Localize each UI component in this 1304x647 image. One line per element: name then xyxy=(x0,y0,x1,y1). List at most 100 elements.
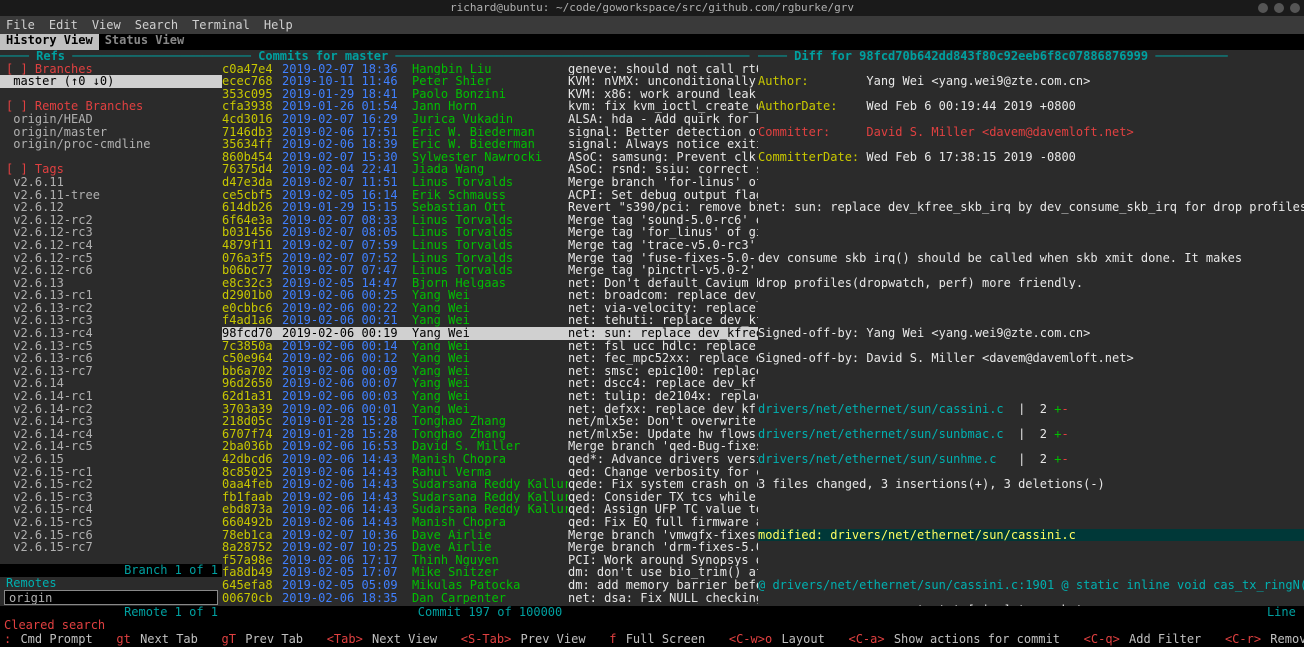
commit-row[interactable]: 62d1a312019-02-06 00:03 Yang Weinet: tul… xyxy=(222,390,758,403)
diff-footer: Line 1 of 54 xyxy=(758,606,1304,619)
menu-search[interactable]: Search xyxy=(135,19,178,32)
refs-tag-24[interactable]: v2.6.15-rc2 xyxy=(0,478,222,491)
menu-edit[interactable]: Edit xyxy=(49,19,78,32)
commit-row[interactable]: 2ba036b2019-02-06 16:53 David S. MillerM… xyxy=(222,440,758,453)
commit-row[interactable]: 645efa82019-02-05 05:09 Mikulas Patockad… xyxy=(222,579,758,592)
refs-remote-footer: Remote 1 of 1 xyxy=(0,606,222,619)
commit-row[interactable]: f57a98e2019-02-06 17:17 Thinh NguyenPCI:… xyxy=(222,554,758,567)
commit-row[interactable]: fb1faab2019-02-06 14:43 Sudarsana Reddy … xyxy=(222,491,758,504)
commit-row[interactable]: b0314562019-02-07 08:05 Linus TorvaldsMe… xyxy=(222,226,758,239)
diff-soff1: Signed-off-by: Yang Wei <yang.wei9@zte.c… xyxy=(758,327,1304,340)
commit-row[interactable]: cfa39382019-01-26 01:54 Jann Hornkvm: fi… xyxy=(222,100,758,113)
refs-tag-17[interactable]: v2.6.14-rc1 xyxy=(0,390,222,403)
tab-history-view[interactable]: History View xyxy=(0,34,99,50)
commit-row[interactable]: c50e9642019-02-06 00:12 Yang Weinet: fec… xyxy=(222,352,758,365)
commit-row[interactable]: 98fcd702019-02-06 00:19 Yang Weinet: sun… xyxy=(222,327,758,340)
diff-filestat2: drivers/net/ethernet/sun/sunbmac.c | 2 +… xyxy=(758,428,1304,441)
minimize-icon[interactable] xyxy=(1258,3,1268,13)
commit-row[interactable]: 4cd30162019-02-07 16:29 Jurica VukadinAL… xyxy=(222,113,758,126)
refs-pane: ──── Refs ──────────────────────── [ ] B… xyxy=(0,50,222,619)
refs-remote-0[interactable]: origin/HEAD xyxy=(0,113,222,126)
commit-row[interactable]: f4ad1a62019-02-06 00:21 Yang Weinet: teh… xyxy=(222,314,758,327)
diff-author: Author: Yang Wei <yang.wei9@zte.com.cn> xyxy=(758,75,1304,88)
commit-row[interactable]: 7146db32019-02-06 17:51 Eric W. Biederma… xyxy=(222,126,758,139)
window-controls xyxy=(1258,3,1300,13)
refs-remote-2[interactable]: origin/proc-cmdline xyxy=(0,138,222,151)
commit-row[interactable]: 8c850252019-02-06 14:43 Rahul Vermaqed: … xyxy=(222,466,758,479)
commit-row[interactable]: d2901b02019-02-06 00:25 Yang Weinet: bro… xyxy=(222,289,758,302)
commit-row[interactable]: ce5cbf52019-02-05 16:14 Erik SchmaussACP… xyxy=(222,189,758,202)
commit-row[interactable]: 076a3f52019-02-07 07:52 Linus TorvaldsMe… xyxy=(222,252,758,265)
commit-row[interactable]: 6707f742019-01-28 15:28 Tonghao Zhangnet… xyxy=(222,428,758,441)
refs-branch-footer: Branch 1 of 1 xyxy=(0,564,222,577)
commit-row[interactable]: 96d26502019-02-06 00:07 Yang Weinet: dsc… xyxy=(222,377,758,390)
refs-tag-19[interactable]: v2.6.14-rc3 xyxy=(0,415,222,428)
commit-row[interactable]: 42dbcd62019-02-06 14:43 Manish Chopraqed… xyxy=(222,453,758,466)
menu-bar: File Edit View Search Terminal Help xyxy=(0,16,1304,34)
maximize-icon[interactable] xyxy=(1274,3,1284,13)
commits-title: ──── Commits for master ────────────────… xyxy=(222,50,758,63)
diff-mod1: modified: drivers/net/ethernet/sun/cassi… xyxy=(758,529,1304,542)
refs-tag-9[interactable]: v2.6.13-rc1 xyxy=(0,289,222,302)
diff-msg3: drop profiles(dropwatch, perf) more frie… xyxy=(758,277,1304,290)
commit-row[interactable]: 3703a392019-02-06 00:01 Yang Weinet: def… xyxy=(222,403,758,416)
commit-row[interactable]: 218d05c2019-01-28 15:28 Tonghao Zhangnet… xyxy=(222,415,758,428)
commit-row[interactable]: b06bc772019-02-07 07:47 Linus TorvaldsMe… xyxy=(222,264,758,277)
menu-view[interactable]: View xyxy=(92,19,121,32)
commit-row[interactable]: e8c32c32019-02-05 14:47 Bjorn Helgaasnet… xyxy=(222,277,758,290)
commit-row[interactable]: bb6a7022019-02-06 00:09 Yang Weinet: sms… xyxy=(222,365,758,378)
commit-row[interactable]: 7c3850a2019-02-06 00:14 Yang Weinet: fsl… xyxy=(222,340,758,353)
commit-row[interactable]: fa8db492019-02-05 17:07 Mike Snitzerdm: … xyxy=(222,566,758,579)
commit-row[interactable]: c0a47e42019-02-07 18:36 Hangbin Liugenev… xyxy=(222,63,758,76)
tab-bar: History View Status View xyxy=(0,34,1304,50)
commit-row[interactable]: 660492b2019-02-06 14:43 Manish Chopraqed… xyxy=(222,516,758,529)
diff-authordate: AuthorDate: Wed Feb 6 00:19:44 2019 +080… xyxy=(758,100,1304,113)
remotes-input[interactable] xyxy=(4,590,218,605)
refs-tag-2[interactable]: v2.6.12 xyxy=(0,201,222,214)
commit-row[interactable]: 353c0952019-01-29 18:41 Paolo BonziniKVM… xyxy=(222,88,758,101)
status-cleared-search: Cleared search xyxy=(0,619,1304,633)
commit-row[interactable]: ebd873a2019-02-06 14:43 Sudarsana Reddy … xyxy=(222,503,758,516)
window-titlebar: richard@ubuntu: ~/code/goworkspace/src/g… xyxy=(0,0,1304,16)
menu-terminal[interactable]: Terminal xyxy=(192,19,250,32)
menu-file[interactable]: File xyxy=(6,19,35,32)
diff-committer: Committer: David S. Miller <davem@daveml… xyxy=(758,126,1304,139)
menu-help[interactable]: Help xyxy=(264,19,293,32)
commit-row[interactable]: 00670cb2019-02-06 18:35 Dan Carpenternet… xyxy=(222,592,758,605)
commits-footer: Commit 197 of 100000 xyxy=(222,606,758,619)
help-bar: : Cmd Prompt gt Next Tab gT Prev Tab <Ta… xyxy=(0,633,1304,647)
diff-commitdate: CommitterDate: Wed Feb 6 17:38:15 2019 -… xyxy=(758,151,1304,164)
refs-tag-5[interactable]: v2.6.12-rc4 xyxy=(0,239,222,252)
window-title: richard@ubuntu: ~/code/goworkspace/src/g… xyxy=(450,2,854,14)
refs-tag-22[interactable]: v2.6.15 xyxy=(0,453,222,466)
commit-row[interactable]: 860b4542019-02-07 15:30 Sylwester Nawroc… xyxy=(222,151,758,164)
refs-tag-14[interactable]: v2.6.13-rc6 xyxy=(0,352,222,365)
refs-tag-7[interactable]: v2.6.12-rc6 xyxy=(0,264,222,277)
diff-filestat1: drivers/net/ethernet/sun/cassini.c | 2 +… xyxy=(758,403,1304,416)
diff-pane: ──── Diff for 98fcd70b642dd843f80c92eeb6… xyxy=(758,50,1304,619)
commit-row[interactable]: 78eb1ca2019-02-07 10:36 Dave AirlieMerge… xyxy=(222,529,758,542)
diff-soff2: Signed-off-by: David S. Miller <davem@da… xyxy=(758,352,1304,365)
remotes-header: Remotes xyxy=(0,577,222,590)
commit-row[interactable]: 76375d42019-02-04 22:41 Jiada WangASoC: … xyxy=(222,163,758,176)
commits-pane: ──── Commits for master ────────────────… xyxy=(222,50,758,619)
refs-tag-29[interactable]: v2.6.15-rc7 xyxy=(0,541,222,554)
commit-row[interactable]: d47e3da2019-02-07 11:51 Linus TorvaldsMe… xyxy=(222,176,758,189)
commit-row[interactable]: 35634ff2019-02-06 18:39 Eric W. Biederma… xyxy=(222,138,758,151)
commit-row[interactable]: 614db262019-01-29 15:15 Sebastian OttRev… xyxy=(222,201,758,214)
commit-row[interactable]: e0cbbc62019-02-06 00:22 Yang Weinet: via… xyxy=(222,302,758,315)
commit-row[interactable]: 8a287522019-02-07 10:25 Dave AirlieMerge… xyxy=(222,541,758,554)
commit-row[interactable]: 6f64e3a2019-02-07 08:33 Linus TorvaldsMe… xyxy=(222,214,758,227)
refs-tag-0[interactable]: v2.6.11 xyxy=(0,176,222,189)
refs-branch-master[interactable]: master (↑0 ↓0) xyxy=(0,75,222,88)
refs-tag-27[interactable]: v2.6.15-rc5 xyxy=(0,516,222,529)
close-icon[interactable] xyxy=(1290,3,1300,13)
commit-row[interactable]: ecec7682019-10-11 11:46 Peter ShierKVM: … xyxy=(222,75,758,88)
refs-tag-12[interactable]: v2.6.13-rc4 xyxy=(0,327,222,340)
tab-status-view[interactable]: Status View xyxy=(99,34,190,50)
diff-title: ──── Diff for 98fcd70b642dd843f80c92eeb6… xyxy=(758,50,1304,63)
diff-msg2: dev_consume_skb_irq() should be called w… xyxy=(758,252,1304,265)
commit-row[interactable]: 4879f112019-02-07 07:59 Linus TorvaldsMe… xyxy=(222,239,758,252)
commit-row[interactable]: 0aa4feb2019-02-06 14:43 Sudarsana Reddy … xyxy=(222,478,758,491)
diff-filestat3: drivers/net/ethernet/sun/sunhme.c | 2 +- xyxy=(758,453,1304,466)
